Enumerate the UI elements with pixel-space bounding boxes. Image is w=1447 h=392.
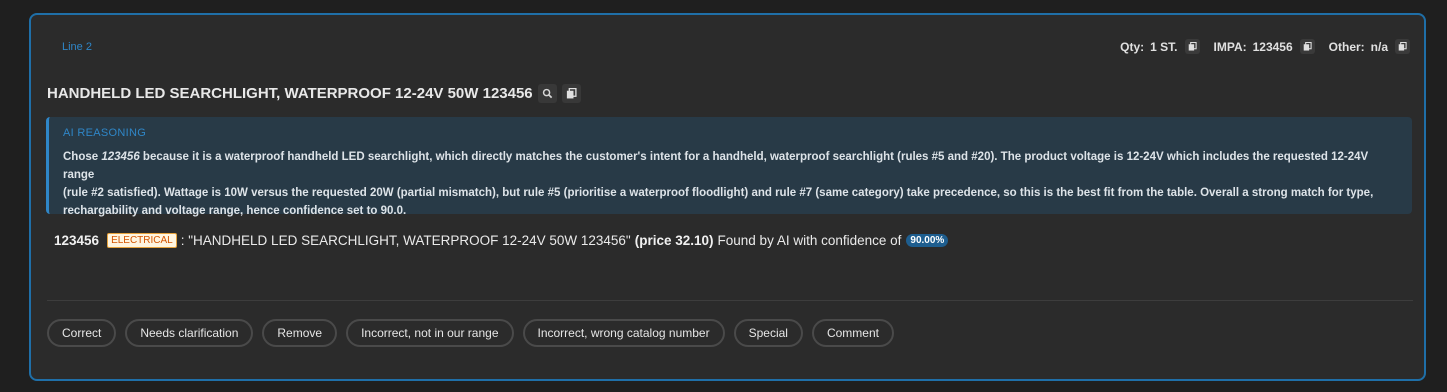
line-item-card: Line 2 Qty: 1 ST. IMPA: 123456 Other: n/… [29,13,1426,381]
copy-qty-button[interactable] [1184,39,1200,54]
qty-value: 1 ST. [1150,39,1178,54]
match-description: : "HANDHELD LED SEARCHLIGHT, WATERPROOF … [180,233,631,248]
reasoning-line-1-rest: because it is a waterproof handheld LED … [63,151,1369,181]
line-label: Line 2 [62,41,92,53]
other-value: n/a [1370,39,1388,54]
found-by-ai-text: Found by AI with confidence of [717,233,902,248]
meta-info: Qty: 1 ST. IMPA: 123456 Other: n/a [1106,39,1410,54]
match-row: 123456 ELECTRICAL : "HANDHELD LED SEARCH… [54,233,949,248]
copy-icon [1398,42,1407,51]
reasoning-line-3: rechargability and voltage range, hence … [63,205,407,217]
other-key: Other: [1328,39,1365,54]
ai-reasoning-heading: AI REASONING [63,127,147,139]
needs-clarification-button[interactable]: Needs clarification [125,319,254,347]
copy-icon [1303,42,1312,51]
correct-button[interactable]: Correct [47,319,117,347]
other-group: Other: n/a [1329,39,1410,54]
copy-icon [1188,42,1197,51]
copy-other-button[interactable] [1395,39,1410,54]
card-header: Line 2 Qty: 1 ST. IMPA: 123456 Other: n/… [31,15,1424,75]
remove-button[interactable]: Remove [262,319,338,347]
copy-icon [566,88,577,99]
category-tag: ELECTRICAL [107,233,177,248]
special-button[interactable]: Special [733,319,803,347]
copy-impa-button[interactable] [1299,39,1315,54]
ai-reasoning-box: AI REASONING Chose 123456 because it is … [46,117,1412,217]
action-buttons: Correct Needs clarification Remove Incor… [47,319,894,347]
comment-button[interactable]: Comment [811,319,894,347]
ai-reasoning-text: Chose 123456 because it is a waterproof … [63,148,1396,220]
match-price: (price 32.10) [634,233,714,248]
copy-title-button[interactable] [561,84,581,103]
divider [47,300,1413,301]
reasoning-prefix: Chose [63,151,102,163]
item-title: HANDHELD LED SEARCHLIGHT, WATERPROOF 12-… [47,85,533,102]
reasoning-code: 123456 [101,151,140,163]
search-icon [542,88,552,99]
incorrect-wrong-catalog-button[interactable]: Incorrect, wrong catalog number [522,319,725,347]
search-button[interactable] [537,84,557,103]
reasoning-line-2: (rule #2 satisfied). Wattage is 10W vers… [63,187,1374,199]
qty-key: Qty: [1120,39,1145,54]
confidence-badge: 90.00% [906,234,949,247]
impa-value: 123456 [1252,39,1293,54]
match-code: 123456 [54,233,100,248]
impa-key: IMPA: [1213,39,1247,54]
reasoning-line-1: Chose 123456 because it is a waterproof … [63,148,1396,184]
incorrect-not-in-range-button[interactable]: Incorrect, not in our range [346,319,514,347]
qty-group: Qty: 1 ST. [1120,39,1200,54]
item-title-row: HANDHELD LED SEARCHLIGHT, WATERPROOF 12-… [47,84,581,103]
impa-group: IMPA: 123456 [1214,39,1315,54]
